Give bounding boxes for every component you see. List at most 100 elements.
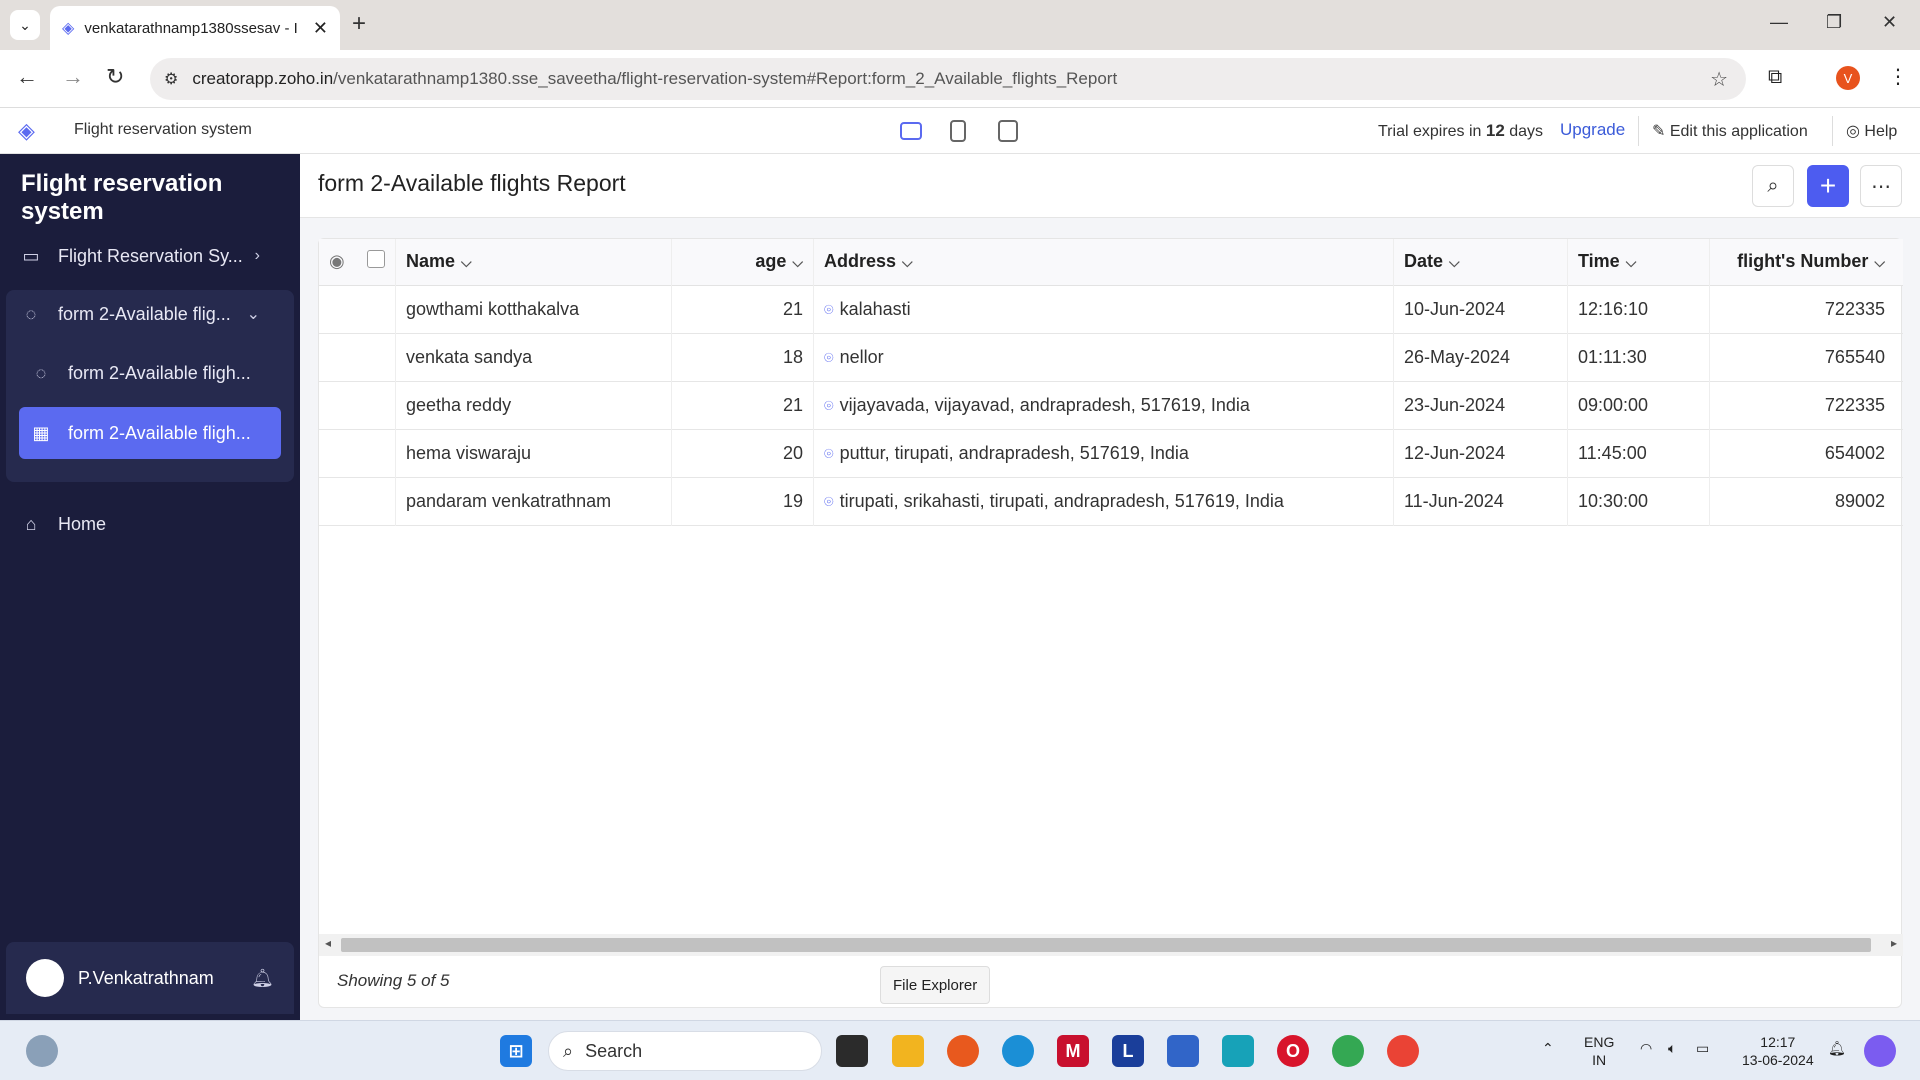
- address-text: kalahasti: [839, 298, 911, 319]
- app-icon[interactable]: [1222, 1035, 1254, 1067]
- url-input[interactable]: ⚙ creatorapp.zoho.in/venkatarathnamp1380…: [150, 58, 1746, 100]
- cell-flight-number: 89002: [1834, 490, 1885, 511]
- add-record-button[interactable]: +: [1807, 165, 1849, 207]
- chevron-down-icon[interactable]: ⌵: [1626, 254, 1637, 270]
- tab-search-button[interactable]: ⌄: [10, 10, 40, 40]
- sidebar-item-form2-report[interactable]: ▦ form 2-Available fligh...: [30, 409, 292, 457]
- chevron-down-icon[interactable]: ⌵: [1874, 254, 1885, 270]
- weather-icon[interactable]: [26, 1035, 58, 1067]
- browser-menu-icon[interactable]: ⋮: [1888, 64, 1908, 89]
- volume-icon[interactable]: 🔈︎: [1668, 1039, 1676, 1057]
- chrome-icon[interactable]: [1332, 1035, 1364, 1067]
- table-row[interactable]: gowthami kotthakalva 21 ⌾ kalahasti 10-Ju…: [319, 285, 1903, 333]
- restore-icon[interactable]: ❐: [1826, 12, 1842, 33]
- opera-icon[interactable]: O: [1277, 1035, 1309, 1067]
- sidebar-item-form2-section[interactable]: ◌ form 2-Available flig... ⌄: [20, 290, 282, 338]
- select-all-header[interactable]: [357, 239, 396, 285]
- column-header-time[interactable]: Time ⌵: [1567, 239, 1710, 285]
- reload-icon[interactable]: ↻: [106, 64, 124, 90]
- desktop-view-icon[interactable]: [900, 122, 922, 140]
- help-button[interactable]: ◎ Help: [1846, 121, 1897, 141]
- notification-bell-icon[interactable]: 🔔︎: [1828, 1039, 1846, 1057]
- clock[interactable]: 12:17 13-06-2024: [1742, 1033, 1814, 1069]
- task-view-icon[interactable]: [836, 1035, 868, 1067]
- row-select-cell[interactable]: [357, 285, 396, 333]
- table-row[interactable]: pandaram venkatrathnam 19 ⌾ tirupati, sri…: [319, 477, 1903, 525]
- row-select-cell[interactable]: [357, 333, 396, 381]
- firefox-icon[interactable]: [947, 1035, 979, 1067]
- site-settings-icon[interactable]: ⚙: [164, 69, 178, 89]
- chrome-profile-icon[interactable]: [1387, 1035, 1419, 1067]
- phone-view-icon[interactable]: [950, 120, 966, 142]
- sidebar-item-form2-form[interactable]: ◌ form 2-Available fligh...: [30, 349, 292, 397]
- edit-application-button[interactable]: ✎ Edit this application: [1652, 121, 1808, 141]
- bell-icon[interactable]: 🔔︎: [251, 968, 274, 989]
- row-select-cell[interactable]: [357, 429, 396, 477]
- avatar[interactable]: [26, 959, 64, 997]
- language-indicator[interactable]: ENG IN: [1584, 1033, 1614, 1069]
- column-header-name[interactable]: Name ⌵: [395, 239, 672, 285]
- bookmark-star-icon[interactable]: ☆: [1710, 67, 1728, 92]
- horizontal-scrollbar[interactable]: ◂ ▸: [319, 934, 1903, 956]
- page-title: form 2-Available flights Report: [318, 170, 626, 196]
- column-header-flight-number[interactable]: flight's Number ⌵: [1710, 239, 1904, 285]
- taskbar-search-input[interactable]: ⌕ Search: [548, 1031, 822, 1071]
- upgrade-link[interactable]: Upgrade: [1560, 120, 1625, 140]
- chevron-down-icon[interactable]: ⌵: [902, 254, 913, 270]
- eye-icon[interactable]: ◉: [329, 251, 345, 271]
- copilot-icon[interactable]: [1864, 1035, 1896, 1067]
- close-window-icon[interactable]: ✕: [1882, 12, 1897, 33]
- chevron-down-icon[interactable]: ⌵: [1449, 254, 1460, 270]
- row-gutter: [319, 477, 357, 525]
- user-panel[interactable]: P.Venkatrathnam 🔔︎: [6, 942, 294, 1014]
- sidebar-item-home[interactable]: ⌂ Home: [20, 500, 282, 548]
- mcafee-icon[interactable]: M: [1057, 1035, 1089, 1067]
- wifi-icon[interactable]: ◠: [1640, 1039, 1652, 1057]
- select-all-checkbox[interactable]: [367, 250, 385, 269]
- l-app-icon[interactable]: L: [1112, 1035, 1144, 1067]
- cell-time: 11:45:00: [1567, 429, 1710, 477]
- column-label: Date: [1404, 251, 1444, 272]
- scrollbar-thumb[interactable]: [341, 938, 1871, 952]
- cell-flight-number: 722335: [1824, 394, 1885, 415]
- table-row[interactable]: geetha reddy 21 ⌾ vijayavada, vijayavad, …: [319, 381, 1903, 429]
- scroll-left-icon[interactable]: ◂: [325, 936, 331, 950]
- new-tab-button[interactable]: +: [352, 10, 366, 38]
- show-hidden-icons[interactable]: ⌃: [1542, 1039, 1554, 1057]
- more-options-button[interactable]: ⋯: [1860, 165, 1902, 207]
- extensions-icon[interactable]: ⧉: [1768, 66, 1782, 89]
- table-row[interactable]: venkata sandya 18 ⌾ nellor 26-May-2024 01…: [319, 333, 1903, 381]
- browser-tab[interactable]: ◈ venkatarathnamp1380ssesav - I ✕: [50, 6, 340, 50]
- cell-date: 10-Jun-2024: [1393, 285, 1568, 333]
- column-header-date[interactable]: Date ⌵: [1393, 239, 1568, 285]
- column-header-address[interactable]: Address ⌵: [813, 239, 1394, 285]
- profile-avatar[interactable]: V: [1836, 66, 1860, 90]
- scroll-right-icon[interactable]: ▸: [1891, 936, 1897, 950]
- column-visibility-header[interactable]: ◉: [319, 239, 357, 285]
- chevron-down-icon[interactable]: ⌵: [792, 254, 803, 270]
- url-path: /venkatarathnamp1380.sse_saveetha/flight…: [333, 69, 1118, 88]
- report-icon: ▦: [32, 422, 50, 443]
- chevron-down-icon[interactable]: ⌵: [461, 254, 472, 270]
- battery-icon[interactable]: ▭: [1696, 1039, 1709, 1057]
- close-tab-icon[interactable]: ✕: [313, 18, 328, 39]
- microsoft-store-icon[interactable]: [1167, 1035, 1199, 1067]
- zoho-creator-logo-icon[interactable]: ◈: [18, 118, 35, 144]
- column-header-age[interactable]: age ⌵: [671, 239, 814, 285]
- back-icon[interactable]: ←: [16, 64, 38, 90]
- search-button[interactable]: ⌕: [1752, 165, 1794, 207]
- row-select-cell[interactable]: [357, 381, 396, 429]
- minimize-icon[interactable]: —: [1770, 12, 1788, 33]
- tablet-view-icon[interactable]: [998, 120, 1018, 142]
- edge-icon[interactable]: [1002, 1035, 1034, 1067]
- windows-start-icon[interactable]: ⊞: [500, 1035, 532, 1067]
- table-row[interactable]: hema viswaraju 20 ⌾ puttur, tirupati, and…: [319, 429, 1903, 477]
- sidebar-title: Flight reservation system: [21, 170, 223, 225]
- forward-icon[interactable]: →: [62, 64, 84, 90]
- divider: [1638, 116, 1639, 146]
- sidebar-item-flight-reservation-system[interactable]: ▭ Flight Reservation Sy... ›: [20, 232, 282, 280]
- file-explorer-icon[interactable]: [892, 1035, 924, 1067]
- row-select-cell[interactable]: [357, 477, 396, 525]
- cell-age: 21: [671, 285, 814, 333]
- cell-address: ⌾ nellor: [813, 333, 1394, 381]
